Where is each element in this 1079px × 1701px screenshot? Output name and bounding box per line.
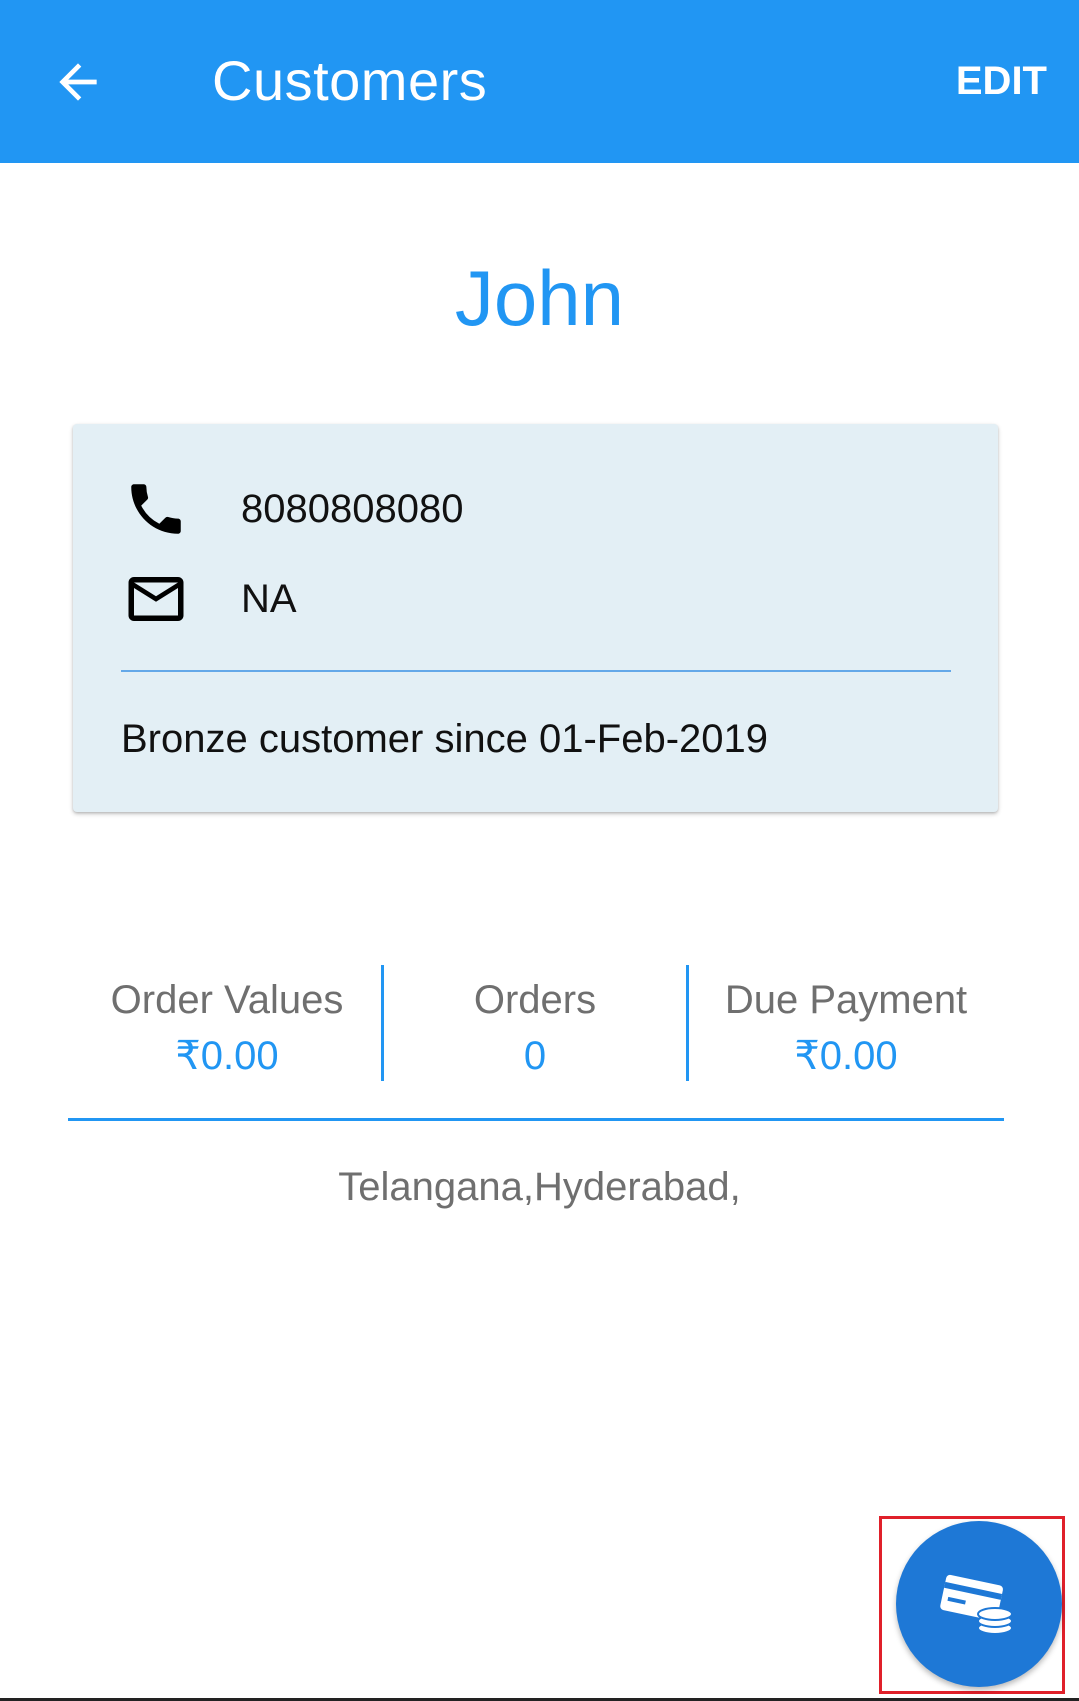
stat-order-values: Order Values ₹0.00	[68, 965, 386, 1085]
customer-stats: Order Values ₹0.00 Orders 0 Due Payment …	[68, 965, 1003, 1085]
customer-name: John	[454, 254, 625, 342]
stat-value: 0	[523, 1034, 547, 1078]
email-value: NA	[241, 576, 297, 621]
stat-value: ₹0.00	[794, 1034, 898, 1078]
email-row[interactable]: NA	[123, 564, 297, 634]
stat-orders: Orders 0	[384, 965, 686, 1085]
stat-due-payment: Due Payment ₹0.00	[689, 965, 1003, 1085]
phone-icon	[123, 476, 189, 542]
customer-detail-screen: Customers EDIT John 8080808080 NA Bronze…	[0, 0, 1079, 1701]
edit-button[interactable]: EDIT	[956, 56, 1047, 106]
card-divider	[121, 670, 951, 672]
mail-icon	[123, 566, 189, 632]
phone-row[interactable]: 8080808080	[123, 474, 463, 544]
phone-number: 8080808080	[241, 486, 464, 531]
customer-since-text: Bronze customer since 01-Feb-2019	[121, 717, 768, 761]
stat-label: Orders	[473, 978, 597, 1022]
stat-value: ₹0.00	[175, 1034, 279, 1078]
card-payment-icon	[940, 1574, 1013, 1635]
customer-info-card: 8080808080 NA Bronze customer since 01-F…	[73, 424, 998, 812]
arrow-left-icon	[59, 63, 97, 101]
stat-label: Due Payment	[724, 978, 968, 1022]
page-title: Customers	[212, 49, 488, 112]
back-button[interactable]	[36, 40, 120, 124]
stat-label: Order Values	[110, 978, 344, 1022]
app-bar: Customers EDIT	[0, 0, 1079, 163]
stats-divider	[68, 1118, 1004, 1121]
payment-fab-button[interactable]	[896, 1521, 1062, 1687]
customer-address: Telangana,Hyderabad,	[338, 1165, 741, 1209]
